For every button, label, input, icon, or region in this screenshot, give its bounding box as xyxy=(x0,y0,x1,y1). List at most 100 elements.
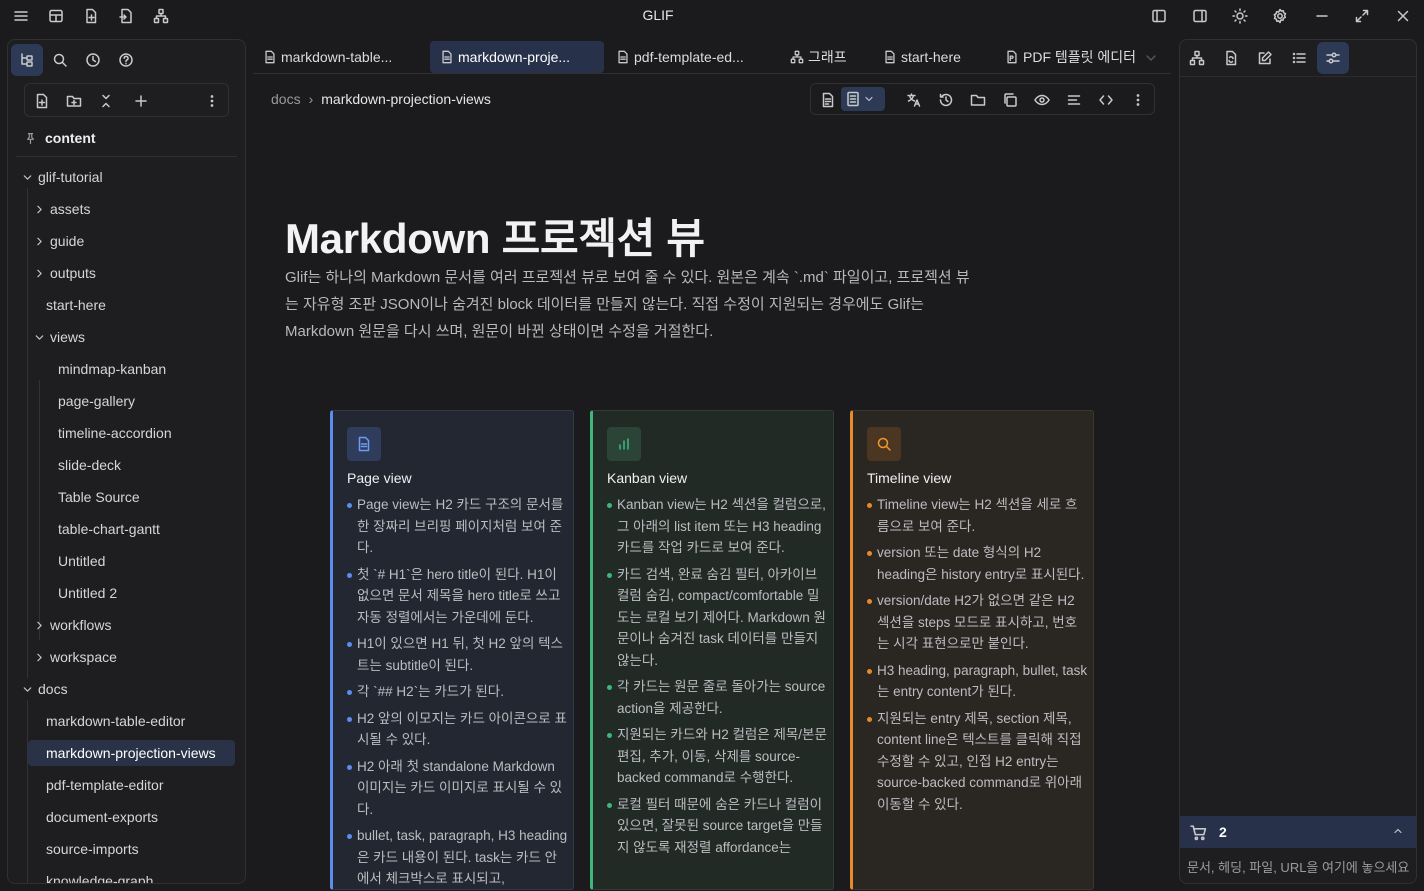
document-title[interactable]: Markdown 프로젝션 뷰 xyxy=(285,205,705,266)
card-list-item[interactable]: 지원되는 카드와 H2 컬럼은 제목/본문 편집, 추가, 이동, 삭제를 so… xyxy=(607,724,829,789)
document-subtitle[interactable]: Glif는 하나의 Markdown 문서를 여러 프로젝션 뷰로 보여 줄 수… xyxy=(285,264,975,345)
card-list-item[interactable]: version 또는 date 형식의 H2 heading은 history … xyxy=(867,542,1089,585)
source-view-icon[interactable] xyxy=(819,91,837,109)
more-vertical-icon[interactable] xyxy=(203,92,221,110)
projection-view-selector[interactable] xyxy=(841,87,885,111)
edit-icon[interactable] xyxy=(1249,42,1281,74)
minimize-icon[interactable] xyxy=(1310,4,1334,28)
card-list-item[interactable]: Timeline view는 H2 섹션을 세로 흐름으로 보여 준다. xyxy=(867,494,1089,537)
card-page-view[interactable]: Page view Page view는 H2 카드 구조의 문서를 한 장짜리… xyxy=(330,410,574,890)
card-list-item[interactable]: version/date H2가 없으면 같은 H2 섹션을 steps 모드로… xyxy=(867,590,1089,655)
file-tree-icon[interactable] xyxy=(11,44,43,76)
card-list-item[interactable]: H3 heading, paragraph, bullet, task는 ent… xyxy=(867,660,1089,703)
tree-folder[interactable]: docs xyxy=(20,676,68,702)
card-list-item[interactable]: 로컬 필터 때문에 숨은 카드나 컬럼이 있으면, 잘못된 source tar… xyxy=(607,794,829,859)
breadcrumb-parent[interactable]: docs xyxy=(271,91,301,107)
add-icon[interactable] xyxy=(132,92,150,110)
chevron-down-icon[interactable] xyxy=(32,331,46,344)
tab-overflow-chevron-icon[interactable] xyxy=(1143,50,1159,66)
card-list-item[interactable]: Page view는 H2 카드 구조의 문서를 한 장짜리 브리핑 페이지처럼… xyxy=(347,494,569,559)
card-list-item[interactable]: 각 `## H2`는 카드가 된다. xyxy=(347,681,569,703)
tree-item-label: source-imports xyxy=(46,841,139,857)
new-note-icon[interactable] xyxy=(33,92,51,110)
new-folder-icon[interactable] xyxy=(65,92,83,110)
card-kanban-view[interactable]: Kanban view Kanban view는 H2 섹션을 컬럼으로, 그 … xyxy=(590,410,834,890)
card-title[interactable]: Page view xyxy=(347,470,412,486)
more-vertical-icon[interactable] xyxy=(1129,91,1147,109)
tree-item-label: Table Source xyxy=(58,489,140,505)
card-list-item[interactable]: Kanban view는 H2 섹션을 컬럼으로, 그 아래의 list ite… xyxy=(607,494,829,559)
tab-markdown-table-editor[interactable]: markdown-table... xyxy=(253,41,423,73)
chevron-up-icon[interactable] xyxy=(1392,825,1404,837)
graph-icon[interactable] xyxy=(1181,42,1213,74)
tree-file[interactable]: Table Source xyxy=(58,484,140,510)
content-root[interactable]: content xyxy=(24,129,96,147)
tab-pdf-template-editor[interactable]: pdf-template-ed... xyxy=(606,41,776,73)
tab-markdown-projection-views[interactable]: markdown-proje... xyxy=(430,41,604,73)
collapse-all-icon[interactable] xyxy=(97,92,115,110)
tab-graph[interactable]: 그래프 xyxy=(780,41,872,73)
card-list-item[interactable]: H2 앞의 이모지는 카드 아이콘으로 표시될 수 있다. xyxy=(347,708,569,751)
card-title[interactable]: Timeline view xyxy=(867,470,951,486)
chevron-down-icon[interactable] xyxy=(20,171,34,184)
tab-pdf-template-editor-ko[interactable]: PDF 템플릿 에디터 xyxy=(995,41,1155,73)
list-icon[interactable] xyxy=(1283,42,1315,74)
card-list-item[interactable]: H1이 있으면 H1 뒤, 첫 H2 앞의 텍스트는 subtitle이 된다. xyxy=(347,633,569,676)
chevron-right-icon[interactable] xyxy=(32,203,46,216)
tree-file[interactable]: markdown-projection-views xyxy=(28,740,235,766)
tree-file[interactable]: mindmap-kanban xyxy=(58,356,166,382)
chevron-down-icon[interactable] xyxy=(20,683,34,696)
history-clock-icon[interactable] xyxy=(77,44,109,76)
preview-eye-icon[interactable] xyxy=(1033,91,1051,109)
maximize-icon[interactable] xyxy=(1350,4,1374,28)
card-list-item[interactable]: H2 아래 첫 standalone Markdown 이미지는 카드 이미지로… xyxy=(347,756,569,821)
chevron-right-icon[interactable] xyxy=(32,651,46,664)
chevron-right-icon[interactable] xyxy=(32,267,46,280)
card-list-item[interactable]: 각 카드는 원문 줄로 돌아가는 source action을 제공한다. xyxy=(607,676,829,719)
tree-folder[interactable]: outputs xyxy=(32,260,96,286)
tree-file[interactable]: Untitled 2 xyxy=(58,580,117,606)
theme-sun-icon[interactable] xyxy=(1228,4,1252,28)
tree-folder[interactable]: workflows xyxy=(32,612,111,638)
tree-file[interactable]: slide-deck xyxy=(58,452,121,478)
tree-file[interactable]: markdown-table-editor xyxy=(46,708,185,734)
cart-bar[interactable]: 2 xyxy=(1180,816,1416,848)
tab-start-here[interactable]: start-here xyxy=(873,41,995,73)
tree-folder[interactable]: guide xyxy=(32,228,84,254)
tree-file[interactable]: pdf-template-editor xyxy=(46,772,164,798)
card-list-item[interactable]: bullet, task, paragraph, H3 heading은 카드 … xyxy=(347,825,569,889)
settings-gear-icon[interactable] xyxy=(1268,4,1292,28)
chevron-right-icon[interactable] xyxy=(32,235,46,248)
tree-file[interactable]: start-here xyxy=(46,292,106,318)
tree-file[interactable]: table-chart-gantt xyxy=(58,516,160,542)
tree-file[interactable]: page-gallery xyxy=(58,388,135,414)
properties-sliders-icon[interactable] xyxy=(1317,42,1349,74)
tree-file[interactable]: timeline-accordion xyxy=(58,420,172,446)
tree-folder[interactable]: workspace xyxy=(32,644,117,670)
tree-folder[interactable]: assets xyxy=(32,196,90,222)
right-sidebar-toggle-icon[interactable] xyxy=(1188,4,1212,28)
tree-file[interactable]: Untitled xyxy=(58,548,105,574)
tree-folder[interactable]: glif-tutorial xyxy=(20,164,103,190)
copy-icon[interactable] xyxy=(1001,91,1019,109)
folder-icon[interactable] xyxy=(969,91,987,109)
code-icon[interactable] xyxy=(1097,91,1115,109)
tree-folder[interactable]: views xyxy=(32,324,85,350)
file-sync-icon[interactable] xyxy=(1215,42,1247,74)
chevron-right-icon[interactable] xyxy=(32,619,46,632)
close-icon[interactable] xyxy=(1391,4,1415,28)
card-title[interactable]: Kanban view xyxy=(607,470,687,486)
card-list-item[interactable]: 지원되는 entry 제목, section 제목, content line은… xyxy=(867,708,1089,816)
card-list-item[interactable]: 첫 `# H1`은 hero title이 된다. H1이 없으면 문서 제목을… xyxy=(347,564,569,629)
tree-file[interactable]: knowledge-graph xyxy=(46,868,153,883)
card-list-item[interactable]: 카드 검색, 완료 숨김 필터, 아카이브 컬럼 숨김, compact/com… xyxy=(607,564,829,672)
tree-file[interactable]: source-imports xyxy=(46,836,139,862)
search-icon[interactable] xyxy=(44,44,76,76)
help-icon[interactable] xyxy=(110,44,142,76)
translate-icon[interactable] xyxy=(905,91,923,109)
left-sidebar-toggle-icon[interactable] xyxy=(1147,4,1171,28)
outline-icon[interactable] xyxy=(1065,91,1083,109)
card-timeline-view[interactable]: Timeline view Timeline view는 H2 섹션을 세로 흐… xyxy=(850,410,1094,890)
tree-file[interactable]: document-exports xyxy=(46,804,158,830)
history-icon[interactable] xyxy=(937,91,955,109)
